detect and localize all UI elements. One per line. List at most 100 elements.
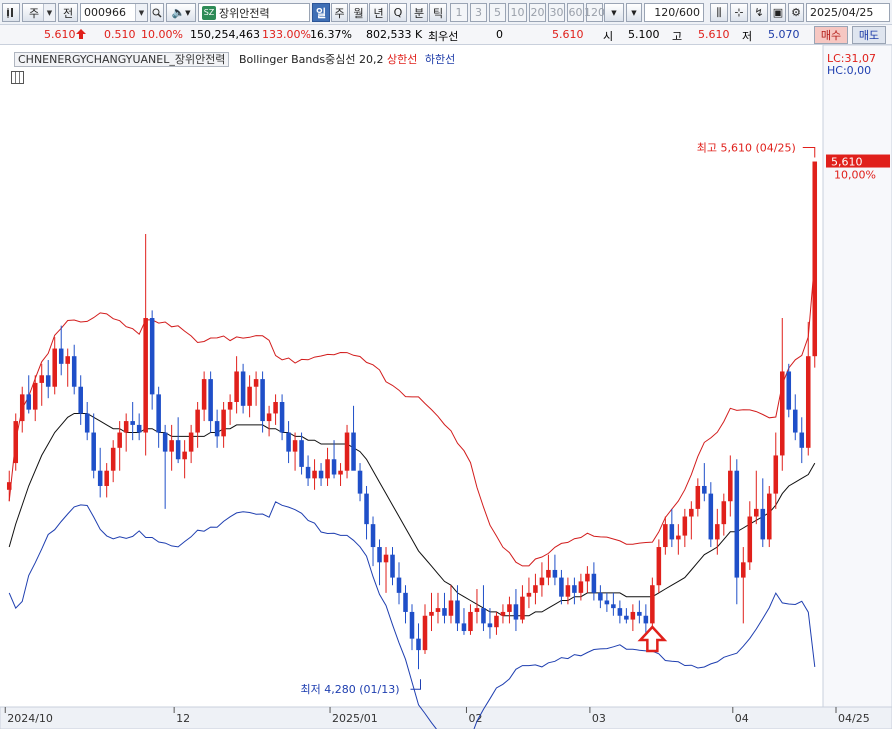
candle-body xyxy=(286,432,291,452)
low-label: 저 xyxy=(742,30,753,43)
candle-body xyxy=(520,596,525,620)
candle-body xyxy=(455,600,460,624)
scroll-down-icon[interactable]: ▼ xyxy=(626,3,642,22)
period-tab-0[interactable]: 일 xyxy=(312,3,330,22)
candle-body xyxy=(260,379,265,422)
price-change: 0.510 xyxy=(104,28,136,41)
minute-tab-30[interactable]: 30 xyxy=(548,3,565,22)
minute-tab-5[interactable]: 5 xyxy=(489,3,506,22)
candle-body xyxy=(234,371,239,402)
low-price: 5.070 xyxy=(768,28,800,41)
open-label: 시 xyxy=(603,30,614,43)
candle-body xyxy=(110,447,116,471)
candle-body xyxy=(630,611,636,620)
candle-body xyxy=(734,470,740,578)
candle-body xyxy=(591,573,597,593)
candle-body xyxy=(617,608,623,616)
min-price-label: 최저 4,280 (01/13) xyxy=(300,683,399,696)
sell-button[interactable]: 매도 xyxy=(852,26,886,44)
indicator-icon[interactable]: ↯ xyxy=(750,3,768,22)
minute-tab-10[interactable]: 10 xyxy=(508,3,527,22)
candle-body xyxy=(331,459,337,475)
candle-body xyxy=(104,470,109,486)
date-value: 2025/04/25 xyxy=(810,6,874,19)
sz-market-badge: SZ xyxy=(202,5,216,20)
current-price: 5.610 xyxy=(44,28,76,41)
top-toolbar: 주 ▼ 전 000966 ▼ 🔈 ▼ SZ 장위안전력 일주월년Q분틱 1 3 5 10… xyxy=(0,0,892,25)
candle-body xyxy=(273,402,278,414)
buy-button[interactable]: 매수 xyxy=(814,26,848,44)
period-tab-1[interactable]: 주 xyxy=(331,3,348,22)
stock-code-input[interactable]: 000966 ▼ xyxy=(80,3,148,22)
stock-name: 장위안전력 xyxy=(219,6,270,20)
best-bid-value: 0 xyxy=(496,28,503,41)
candle-body xyxy=(533,585,538,593)
save-icon[interactable]: ▣ xyxy=(770,3,786,22)
minute-tab-20[interactable]: 20 xyxy=(529,3,546,22)
candle-body xyxy=(598,592,603,601)
candle-body xyxy=(169,440,174,452)
middle-band-line xyxy=(8,413,816,617)
max-pointer xyxy=(802,147,816,158)
candle-body xyxy=(442,608,447,616)
candle-body xyxy=(377,547,382,563)
date-field[interactable]: 2025/04/25 xyxy=(806,3,890,22)
period-tab-2[interactable]: 월 xyxy=(349,3,368,22)
sound-icon[interactable]: 🔈 ▼ xyxy=(166,3,196,22)
current-pct-tag: 10,00% xyxy=(834,169,876,182)
candle-body xyxy=(786,371,792,410)
candle-body xyxy=(474,608,480,612)
price-change-pct: 10.00% xyxy=(141,28,183,41)
candle-body xyxy=(805,356,811,448)
candle-body xyxy=(507,604,512,612)
candle-body xyxy=(351,432,356,471)
candle-body xyxy=(468,611,473,632)
volume-ratio: 133.00% xyxy=(262,28,311,41)
candle-body xyxy=(760,508,766,540)
candle-body xyxy=(390,554,395,578)
candle-body xyxy=(214,421,220,437)
price-chart[interactable]: CHNENERGYCHANGYUANEL_장위안전력 Bollinger Ban… xyxy=(0,45,892,729)
hc-label: HC:0,00 xyxy=(827,64,871,77)
candle-body xyxy=(669,524,675,540)
search-icon[interactable] xyxy=(150,3,164,22)
candle-body xyxy=(52,348,57,387)
data-count-field[interactable]: 120/600 xyxy=(644,3,704,22)
candle-body xyxy=(344,432,350,471)
candle-body xyxy=(65,356,70,364)
candle-body xyxy=(91,432,96,471)
chart-type-icon[interactable] xyxy=(2,3,20,22)
up-arrow-icon xyxy=(76,28,86,43)
candle-body xyxy=(162,432,168,452)
prefix-button[interactable]: 전 xyxy=(58,3,78,22)
candle-body xyxy=(156,394,161,433)
gear-icon[interactable]: ⚙ xyxy=(788,3,804,22)
volume: 150,254,463 xyxy=(190,28,260,41)
candle-body xyxy=(78,386,83,414)
period-tab-6[interactable]: 틱 xyxy=(429,3,447,22)
candle-body xyxy=(26,394,32,410)
candle-body xyxy=(461,623,467,632)
candle-body xyxy=(292,440,298,452)
crosshair-icon[interactable]: ⊹ xyxy=(730,3,748,22)
candle-icon[interactable]: ⫼ xyxy=(710,3,728,22)
candle-body xyxy=(643,615,649,624)
candle-body xyxy=(429,611,434,616)
minute-tab-120[interactable]: 120 xyxy=(584,3,605,22)
period-tab-5[interactable]: 분 xyxy=(410,3,428,22)
period-tab-4[interactable]: Q xyxy=(389,3,407,22)
quote-row: 5.610 0.510 10.00% 150,254,463 133.00% 1… xyxy=(0,25,892,45)
candle-body xyxy=(396,577,402,593)
candle-body xyxy=(578,581,584,593)
minute-tab-1[interactable]: 1 xyxy=(450,3,468,22)
market-select[interactable]: 주 ▼ xyxy=(22,3,56,22)
minute-tab-3[interactable]: 3 xyxy=(470,3,487,22)
period-tab-3[interactable]: 년 xyxy=(369,3,388,22)
minute-tab-60[interactable]: 60 xyxy=(567,3,584,22)
candle-body xyxy=(39,375,45,383)
scroll-left-button[interactable]: ▼ xyxy=(604,3,624,22)
candle-body xyxy=(624,615,629,620)
stock-code-value: 000966 xyxy=(84,6,126,19)
grid-toggle-icon[interactable] xyxy=(11,71,24,84)
candle-body xyxy=(201,379,207,410)
